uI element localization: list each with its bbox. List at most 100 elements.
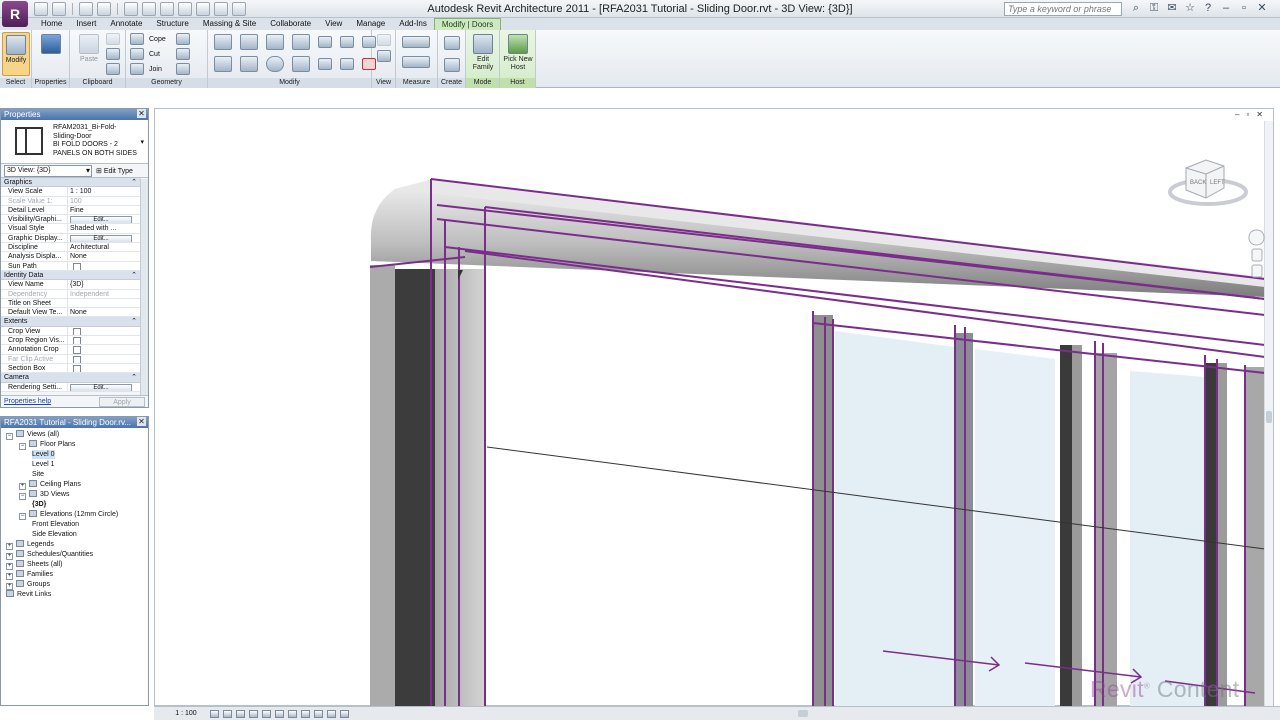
move-icon[interactable] (214, 56, 232, 72)
property-value[interactable]: {3D} (68, 280, 141, 288)
subscription-icon[interactable]: ⚿ (1148, 2, 1160, 15)
browser-item[interactable]: Site (32, 470, 44, 479)
checkbox[interactable] (73, 327, 81, 336)
orbit-icon[interactable] (1251, 264, 1263, 278)
checkbox[interactable] (73, 262, 81, 270)
properties-scrollbar[interactable] (140, 179, 148, 395)
modify-button[interactable]: Modify (2, 32, 30, 76)
property-value[interactable] (68, 345, 141, 354)
edit-button[interactable]: Edit... (70, 234, 132, 243)
checkbox[interactable] (73, 337, 81, 345)
close-icon[interactable]: ✕ (137, 417, 146, 426)
property-value[interactable] (68, 355, 141, 363)
viewcube[interactable]: BACK LEFT (1164, 154, 1250, 210)
view-instance-dropdown[interactable]: 3D View: {3D} (4, 164, 92, 177)
property-value[interactable]: Edit... (68, 215, 141, 224)
maximize-icon[interactable]: ▫ (1238, 2, 1250, 15)
mirror-draw-axis-icon[interactable] (292, 34, 310, 50)
browser-item[interactable]: + Ceiling Plans (19, 480, 81, 490)
visual-style-icon[interactable] (223, 709, 232, 718)
browser-item[interactable]: + Schedules/Quantities (6, 550, 93, 560)
edit-type-button[interactable]: ⊞ Edit Type (96, 167, 133, 175)
zoom-icon[interactable] (1251, 248, 1263, 262)
tab-home[interactable]: Home (34, 18, 69, 30)
temporary-hide-icon[interactable] (314, 709, 323, 718)
sun-path-icon[interactable] (236, 709, 245, 718)
collapse-icon[interactable]: − (19, 493, 26, 500)
show-crop-icon[interactable] (288, 709, 297, 718)
expand-icon[interactable]: + (6, 573, 13, 580)
measure-icon[interactable] (402, 36, 430, 48)
scrollbar-thumb[interactable] (1266, 411, 1272, 423)
override-graphics-icon[interactable] (377, 50, 391, 62)
cut-icon[interactable] (106, 33, 120, 45)
collapse-icon[interactable]: − (6, 433, 13, 440)
minimize-icon[interactable]: – (1220, 2, 1232, 15)
browser-item[interactable]: Level 0 (32, 450, 55, 459)
create-group-icon[interactable] (444, 36, 460, 50)
mirror-pick-axis-icon[interactable] (266, 34, 284, 50)
browser-item[interactable]: Front Elevation (32, 520, 79, 529)
type-selector[interactable]: RFAM2031_Bi-Fold- Sliding-Door BI FOLD D… (1, 120, 148, 164)
scale-icon[interactable] (340, 58, 354, 70)
close-icon[interactable]: ✕ (137, 109, 146, 118)
browser-item[interactable]: {3D} (32, 500, 46, 509)
browser-item[interactable]: Side Elevation (32, 530, 77, 539)
pick-new-host-button[interactable]: Pick New Host (503, 32, 533, 76)
property-value[interactable] (68, 327, 141, 336)
edit-button[interactable]: Edit... (70, 216, 132, 224)
copy-element-icon[interactable] (240, 56, 258, 72)
chevron-down-icon[interactable]: ▾ (140, 138, 144, 146)
expand-icon[interactable]: + (6, 583, 13, 590)
apply-button[interactable]: Apply (99, 397, 145, 407)
horizontal-scrollbar-thumb[interactable] (798, 710, 808, 717)
property-value[interactable] (68, 336, 141, 345)
paste-button[interactable]: Paste (74, 32, 104, 76)
viewport-vertical-scrollbar[interactable] (1264, 121, 1273, 707)
view-scale[interactable]: 1 : 100 (166, 710, 206, 717)
property-value[interactable] (68, 364, 141, 373)
browser-item[interactable]: + Groups (6, 580, 50, 590)
offset-icon[interactable] (240, 34, 258, 50)
property-section[interactable]: Camera (1, 373, 141, 383)
split-face-icon[interactable] (176, 33, 190, 45)
tab-view[interactable]: View (318, 18, 349, 30)
collapse-icon[interactable]: − (19, 443, 26, 450)
browser-item[interactable]: − Floor Plans (19, 440, 75, 450)
join-tool[interactable]: Join (130, 63, 162, 75)
array-icon[interactable] (318, 58, 332, 70)
help-icon[interactable]: ? (1202, 2, 1214, 15)
collapse-icon[interactable]: − (19, 513, 26, 520)
property-value[interactable] (68, 299, 141, 307)
tab-massing-site[interactable]: Massing & Site (196, 18, 263, 30)
viewcube-box[interactable] (1185, 159, 1225, 199)
detail-level-icon[interactable] (210, 709, 219, 718)
crop-view-icon[interactable] (275, 709, 284, 718)
trim-extend-icon[interactable] (292, 56, 310, 72)
tab-manage[interactable]: Manage (349, 18, 392, 30)
property-value[interactable]: Independent (68, 290, 141, 298)
property-section[interactable]: Graphics (1, 178, 141, 188)
browser-item[interactable]: − 3D Views (19, 490, 69, 500)
property-section[interactable]: Extents (1, 317, 141, 327)
communication-icon[interactable]: ✉ (1166, 2, 1178, 15)
property-value[interactable]: Fine (68, 206, 141, 214)
paint-icon[interactable] (176, 48, 190, 60)
property-value[interactable]: Shaded with ... (68, 224, 141, 232)
viewcube-face-back[interactable]: BACK (1190, 180, 1206, 186)
expand-icon[interactable]: + (19, 483, 26, 490)
lock-view-icon[interactable] (301, 709, 310, 718)
browser-item[interactable]: − Views (all) (6, 430, 59, 440)
browser-item[interactable]: Revit Links (6, 590, 51, 599)
property-value[interactable]: 1 : 100 (68, 187, 141, 195)
rendering-icon[interactable] (262, 709, 271, 718)
browser-item[interactable]: + Families (6, 570, 53, 580)
browser-item[interactable]: + Sheets (all) (6, 560, 62, 570)
browser-item[interactable]: + Legends (6, 540, 54, 550)
edit-family-button[interactable]: Edit Family (468, 32, 498, 76)
align-icon[interactable] (214, 34, 232, 50)
reveal-hidden-icon[interactable] (327, 709, 336, 718)
hide-in-view-icon[interactable] (377, 34, 391, 46)
rotate-icon[interactable] (266, 56, 284, 72)
split-icon[interactable] (318, 36, 332, 48)
